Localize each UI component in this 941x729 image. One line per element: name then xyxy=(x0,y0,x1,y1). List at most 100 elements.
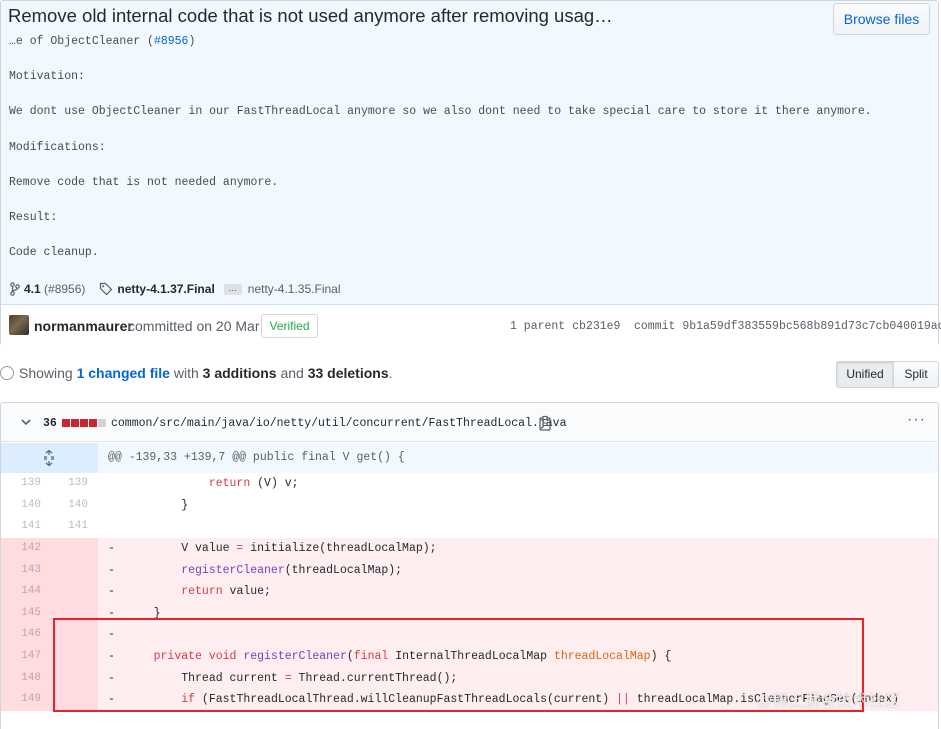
summary-with: with xyxy=(173,365,199,381)
diff-line-deleted: 148 - Thread current = Thread.currentThre… xyxy=(1,667,938,689)
diff-sign: - xyxy=(108,542,115,555)
code-text: private void registerCleaner(final Inter… xyxy=(153,650,672,663)
parent-label: 1 parent xyxy=(510,320,566,333)
code-line: - registerCleaner(threadLocalMap); xyxy=(108,564,402,577)
parent-sha-link[interactable]: cb231e9 xyxy=(572,320,620,333)
browse-files-button[interactable]: Browse files xyxy=(833,3,930,35)
parent-info: 1 parent cb231e9 xyxy=(510,320,620,333)
desc-lead: …e of ObjectCleaner ( xyxy=(9,35,154,48)
tag-icon xyxy=(100,282,113,296)
desc-line: Result: xyxy=(9,211,58,224)
code-text: return (V) v; xyxy=(208,477,299,490)
hunk-header-text: @@ -139,33 +139,7 @@ public final V get(… xyxy=(108,451,405,464)
summary-showing: Showing xyxy=(19,365,73,381)
diff-summary: Showing 1 changed file with 3 additions … xyxy=(0,365,393,381)
desc-line: Motivation: xyxy=(9,70,85,83)
old-line-number[interactable]: 145 xyxy=(1,607,41,619)
file-diff: 36 common/src/main/java/io/netty/util/co… xyxy=(0,402,939,729)
diffstat-block xyxy=(80,419,88,427)
code-text: } xyxy=(126,498,189,512)
diffstat-blocks xyxy=(62,419,106,427)
tag-first-link[interactable]: netty-4.1.37.Final xyxy=(117,282,214,296)
diff-sign: - xyxy=(108,563,115,577)
diff-line-context: 139 139 return (V) v; xyxy=(1,473,938,495)
diff-line-deleted: 147 - private void registerCleaner(final … xyxy=(1,646,938,668)
old-line-number[interactable]: 141 xyxy=(1,520,41,532)
avatar[interactable] xyxy=(9,315,29,335)
commit-desc-first-line: …e of ObjectCleaner (#8956) xyxy=(9,35,195,48)
chevron-down-icon[interactable] xyxy=(20,416,32,428)
commit-header: Remove old internal code that is not use… xyxy=(1,1,938,305)
diff-line-deleted: 146 - xyxy=(1,624,938,646)
new-line-number[interactable]: 140 xyxy=(48,499,88,511)
diff-sign: - xyxy=(108,650,115,663)
commit-sha-info: commit 9b1a59df383559bc568b891d73c7cb040… xyxy=(634,320,941,333)
code-line: - xyxy=(108,628,126,641)
deletions-count: 33 deletions xyxy=(307,365,389,381)
hunk-header: @@ -139,33 +139,7 @@ public final V get(… xyxy=(1,443,938,473)
diff-line-deleted: 142 - V value = initialize(threadLocalMap… xyxy=(1,538,938,560)
summary-and: and xyxy=(280,365,304,381)
code-text: registerCleaner(threadLocalMap); xyxy=(181,563,403,577)
issue-link[interactable]: #8956 xyxy=(154,35,189,48)
new-line-number[interactable]: 139 xyxy=(48,477,88,489)
diffstat-block xyxy=(89,419,97,427)
committed-date: committed on 20 Mar xyxy=(128,318,260,334)
git-branch-icon xyxy=(10,282,20,296)
unfold-icon[interactable] xyxy=(41,450,57,466)
old-line-number[interactable]: 148 xyxy=(1,672,41,684)
diff-line-deleted: 145 - } xyxy=(1,602,938,624)
circle-icon xyxy=(0,366,14,380)
changed-files-link[interactable]: 1 changed file xyxy=(77,365,170,381)
unified-view-button[interactable]: Unified xyxy=(836,361,894,388)
desc-line: Code cleanup. xyxy=(9,246,99,259)
watermark: @稀土掘金技术社区 xyxy=(756,693,901,710)
summary-period: . xyxy=(388,365,393,381)
new-line-number[interactable]: 141 xyxy=(48,520,88,532)
diffstat-block xyxy=(62,419,70,427)
split-view-button[interactable]: Split xyxy=(893,361,939,388)
commit-sha: 9b1a59df383559bc568b891d73c7cb040019aca6 xyxy=(682,320,941,333)
code-text: V value = initialize(threadLocalMap); xyxy=(126,542,437,555)
old-line-number[interactable]: 139 xyxy=(1,477,41,489)
author-link[interactable]: normanmaurer xyxy=(34,318,133,334)
commit-title: Remove old internal code that is not use… xyxy=(8,5,613,26)
old-line-number[interactable]: 140 xyxy=(1,499,41,511)
commit-label: commit xyxy=(634,320,676,333)
diff-sign: - xyxy=(108,628,115,641)
branch-link[interactable]: 4.1 xyxy=(24,282,41,296)
hunk-gutter xyxy=(1,443,98,473)
diff-line-context: 140 140 } xyxy=(1,494,938,516)
diff-sign: - xyxy=(108,671,115,685)
old-line-number[interactable]: 146 xyxy=(1,628,41,640)
diff-line-context: 141 141 xyxy=(1,516,938,538)
code-text: Thread current = Thread.currentThread(); xyxy=(126,671,458,685)
desc-close: ) xyxy=(188,35,196,48)
diff-line-deleted: 144 - return value; xyxy=(1,581,938,603)
code-line: } xyxy=(108,499,188,512)
old-line-number[interactable]: 143 xyxy=(1,564,41,576)
code-line: - } xyxy=(108,607,161,620)
diff-sign: - xyxy=(108,585,115,598)
commit-box: Remove old internal code that is not use… xyxy=(0,0,941,346)
verified-badge[interactable]: Verified xyxy=(261,314,318,338)
branch-pr: (#8956) xyxy=(44,282,86,296)
clipboard-icon[interactable] xyxy=(538,415,552,431)
desc-line: We dont use ObjectCleaner in our FastThr… xyxy=(9,105,872,118)
old-line-number[interactable]: 142 xyxy=(1,542,41,554)
old-line-number[interactable]: 144 xyxy=(1,585,41,597)
file-options-icon[interactable]: ··· xyxy=(907,411,926,429)
diff-sign: - xyxy=(108,693,115,706)
file-path-link[interactable]: common/src/main/java/io/netty/util/concu… xyxy=(111,417,566,430)
old-line-number[interactable]: 147 xyxy=(1,650,41,662)
tag-last-link[interactable]: netty-4.1.35.Final xyxy=(248,282,341,296)
branch-tags-row: 4.1 (#8956) netty-4.1.37.Final … netty-4… xyxy=(9,282,341,296)
old-line-number[interactable]: 149 xyxy=(1,693,41,705)
desc-line: Modifications: xyxy=(9,141,106,154)
diffstat-block xyxy=(98,419,106,427)
code-text: return value; xyxy=(181,585,271,598)
code-line: - Thread current = Thread.currentThread(… xyxy=(108,672,457,685)
code-line: - return value; xyxy=(108,585,271,598)
tags-expand-button[interactable]: … xyxy=(223,283,242,295)
